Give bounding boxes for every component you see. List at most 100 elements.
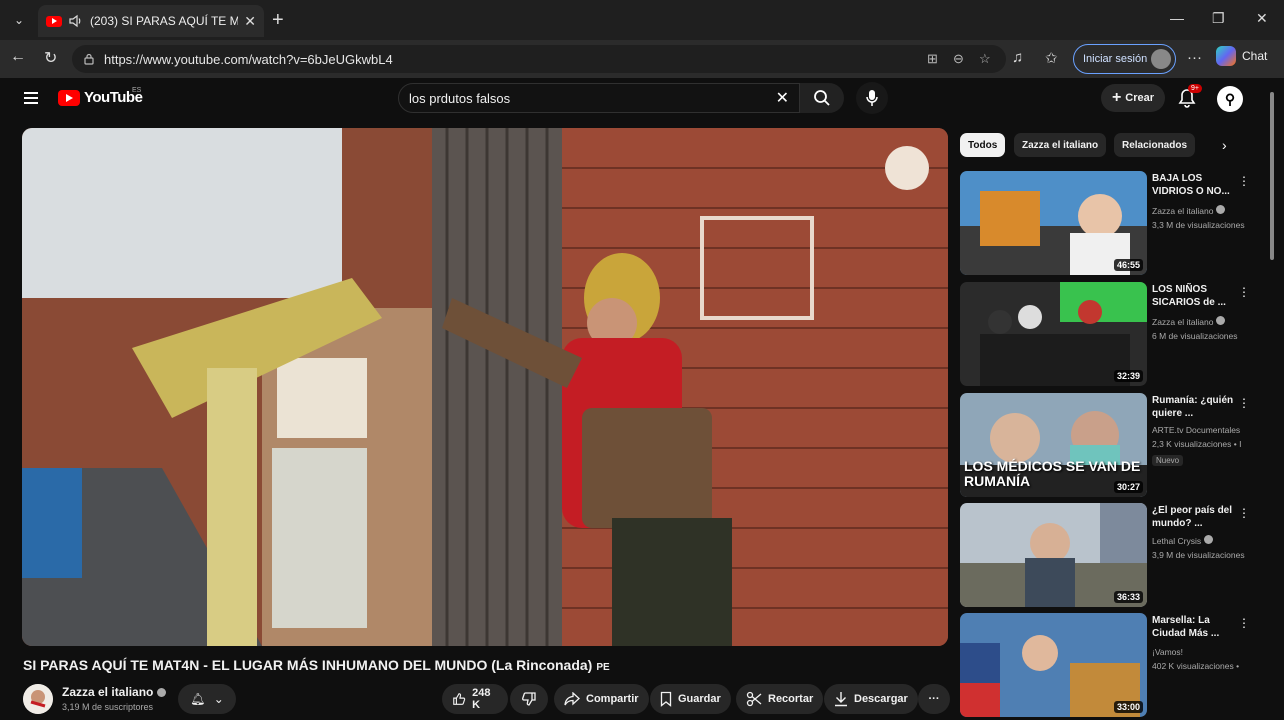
recommendation-item[interactable]: 33:00 Marsella: La Ciudad Más ... ¡Vamos… xyxy=(960,613,1260,717)
youtube-header: YouTube ES los prdutos falsos ✕ + Crear … xyxy=(0,78,1264,122)
filter-chip-related[interactable]: Relacionados xyxy=(1114,133,1196,157)
search-query: los prdutos falsos xyxy=(409,90,511,106)
channel-name-text: Zazza el italiano xyxy=(62,685,154,699)
more-actions-button[interactable]: ··· xyxy=(918,684,950,714)
microphone-icon xyxy=(866,90,878,106)
back-icon[interactable]: ← xyxy=(10,48,26,66)
video-thumbnail[interactable]: LOS MÉDICOS SE VAN DE RUMANÍA 30:27 xyxy=(960,393,1147,497)
recommendation-views: 3,3 M de visualizaciones xyxy=(1152,220,1245,230)
chevron-right-icon[interactable]: › xyxy=(1222,137,1227,153)
search-icon xyxy=(814,90,830,106)
video-thumbnail[interactable]: 33:00 xyxy=(960,613,1147,717)
browser-tab-active[interactable]: (203) SI PARAS AQUÍ TE MAT4 ✕ xyxy=(38,5,264,37)
tab-list-chevron-icon[interactable]: ⌄ xyxy=(6,8,32,32)
recommendation-title[interactable]: ¿El peor país del mundo? ... xyxy=(1152,504,1240,530)
subscription-bell-button[interactable]: 🔔︎ ⌄ xyxy=(178,684,236,714)
channel-avatar-image xyxy=(23,684,53,714)
video-title-text: SI PARAS AQUÍ TE MAT4N - EL LUGAR MÁS IN… xyxy=(23,657,593,673)
video-thumbnail[interactable]: 46:55 xyxy=(960,171,1147,275)
recommendation-views: 3,9 M de visualizaciones xyxy=(1152,550,1245,560)
channel-name[interactable]: Zazza el italiano xyxy=(62,685,167,699)
voice-search-button[interactable] xyxy=(856,82,888,114)
recommendation-channel: Zazza el italiano xyxy=(1152,205,1246,216)
filter-chip-channel[interactable]: Zazza el italiano xyxy=(1014,133,1107,157)
like-count: 248 K xyxy=(472,687,491,711)
clear-search-icon[interactable]: ✕ xyxy=(776,88,789,108)
dislike-button[interactable] xyxy=(510,684,548,714)
speaker-icon[interactable] xyxy=(68,13,84,29)
zoom-icon[interactable]: ⊖ xyxy=(953,51,964,67)
clip-button[interactable]: Recortar xyxy=(736,684,824,714)
scrollbar-thumb[interactable] xyxy=(1270,92,1274,260)
verified-icon xyxy=(1203,535,1213,544)
signin-button[interactable]: Iniciar sesión xyxy=(1073,44,1176,74)
like-button[interactable]: 248 K xyxy=(442,684,508,714)
kebab-menu-icon[interactable]: ⋮ xyxy=(1238,174,1250,188)
filter-chip-all[interactable]: Todos xyxy=(960,133,1006,157)
signin-label: Iniciar sesión xyxy=(1083,53,1148,65)
scissors-icon xyxy=(746,691,762,707)
duration-badge: 33:00 xyxy=(1113,701,1143,713)
close-window-icon[interactable]: ✕ xyxy=(1256,10,1268,27)
kebab-menu-icon[interactable]: ⋮ xyxy=(1238,616,1250,630)
duration-badge: 46:55 xyxy=(1113,259,1143,271)
kebab-menu-icon[interactable]: ⋮ xyxy=(1238,396,1250,410)
thumbs-up-icon xyxy=(453,693,466,705)
copilot-chat-button[interactable]: Chat xyxy=(1216,46,1267,66)
recommendation-views: 402 K visualizaciones • xyxy=(1152,661,1240,671)
recommendation-title[interactable]: Marsella: La Ciudad Más ... xyxy=(1152,614,1240,640)
recommendation-item[interactable]: 46:55 BAJA LOS VIDRIOS O NO... Zazza el … xyxy=(960,171,1260,275)
recommendation-item[interactable]: 36:33 ¿El peor país del mundo? ... Letha… xyxy=(960,503,1260,607)
recommendation-views: 6 M de visualizaciones xyxy=(1152,331,1238,341)
new-tab-icon[interactable]: + xyxy=(272,10,284,30)
clip-label: Recortar xyxy=(768,693,814,705)
tab-close-icon[interactable]: ✕ xyxy=(244,13,256,30)
download-icon xyxy=(835,692,847,707)
recommendation-title[interactable]: LOS NIÑOS SICARIOS de ... xyxy=(1152,283,1240,309)
copilot-icon xyxy=(1216,46,1236,66)
video-thumbnail[interactable]: 32:39 xyxy=(960,282,1147,386)
browser-toolbar: ← ↻ https://www.youtube.com/watch?v=6bJe… xyxy=(0,40,1284,78)
youtube-logo[interactable]: YouTube xyxy=(58,89,143,106)
search-button[interactable] xyxy=(800,83,844,113)
recommendation-title[interactable]: Rumanía: ¿quién quiere ... xyxy=(1152,394,1240,420)
share-icon xyxy=(564,692,580,706)
new-badge: Nuevo xyxy=(1152,455,1184,466)
save-button[interactable]: Guardar xyxy=(650,684,731,714)
recommendation-title[interactable]: BAJA LOS VIDRIOS O NO... xyxy=(1152,172,1240,198)
user-avatar[interactable]: ⚲ xyxy=(1217,86,1243,112)
thumbs-down-icon xyxy=(522,692,536,706)
media-control-icon[interactable]: ♫ xyxy=(1012,49,1023,66)
kebab-menu-icon[interactable]: ⋮ xyxy=(1238,506,1250,520)
page-scrollbar[interactable] xyxy=(1268,88,1276,716)
save-label: Guardar xyxy=(678,693,721,705)
video-player[interactable] xyxy=(22,128,948,646)
url-text: https://www.youtube.com/watch?v=6bJeUGkw… xyxy=(104,51,393,67)
create-button[interactable]: + Crear xyxy=(1101,84,1165,112)
duration-badge: 32:39 xyxy=(1113,370,1143,382)
favorite-star-icon[interactable]: ☆ xyxy=(979,51,991,67)
recommendation-item[interactable]: LOS MÉDICOS SE VAN DE RUMANÍA 30:27 Ruma… xyxy=(960,393,1260,497)
maximize-icon[interactable]: ❐ xyxy=(1212,10,1225,27)
minimize-icon[interactable]: — xyxy=(1170,10,1184,26)
tab-title: (203) SI PARAS AQUÍ TE MAT4 xyxy=(90,14,239,28)
youtube-favicon-icon xyxy=(46,15,62,27)
recommendation-item[interactable]: 32:39 LOS NIÑOS SICARIOS de ... Zazza el… xyxy=(960,282,1260,386)
menu-icon[interactable] xyxy=(24,92,38,104)
address-bar[interactable]: https://www.youtube.com/watch?v=6bJeUGkw… xyxy=(72,45,1006,73)
video-thumbnail[interactable]: 36:33 xyxy=(960,503,1147,607)
app-available-icon[interactable]: ⊞ xyxy=(927,51,938,67)
favorites-icon[interactable]: ✩ xyxy=(1045,49,1058,67)
channel-avatar[interactable] xyxy=(23,684,53,714)
recommendation-channel-name: Zazza el italiano xyxy=(1152,317,1214,327)
chat-label: Chat xyxy=(1242,49,1268,63)
download-button[interactable]: Descargar xyxy=(824,684,918,714)
share-button[interactable]: Compartir xyxy=(554,684,649,714)
kebab-menu-icon[interactable]: ⋮ xyxy=(1238,285,1250,299)
search-input[interactable]: los prdutos falsos ✕ xyxy=(398,83,800,113)
profile-avatar-icon xyxy=(1151,49,1171,69)
site-info-icon[interactable] xyxy=(82,52,96,66)
more-options-icon[interactable]: ··· xyxy=(1187,49,1202,66)
refresh-icon[interactable]: ↻ xyxy=(44,48,57,68)
recommendation-channel-name: Lethal Crysis xyxy=(1152,536,1202,546)
